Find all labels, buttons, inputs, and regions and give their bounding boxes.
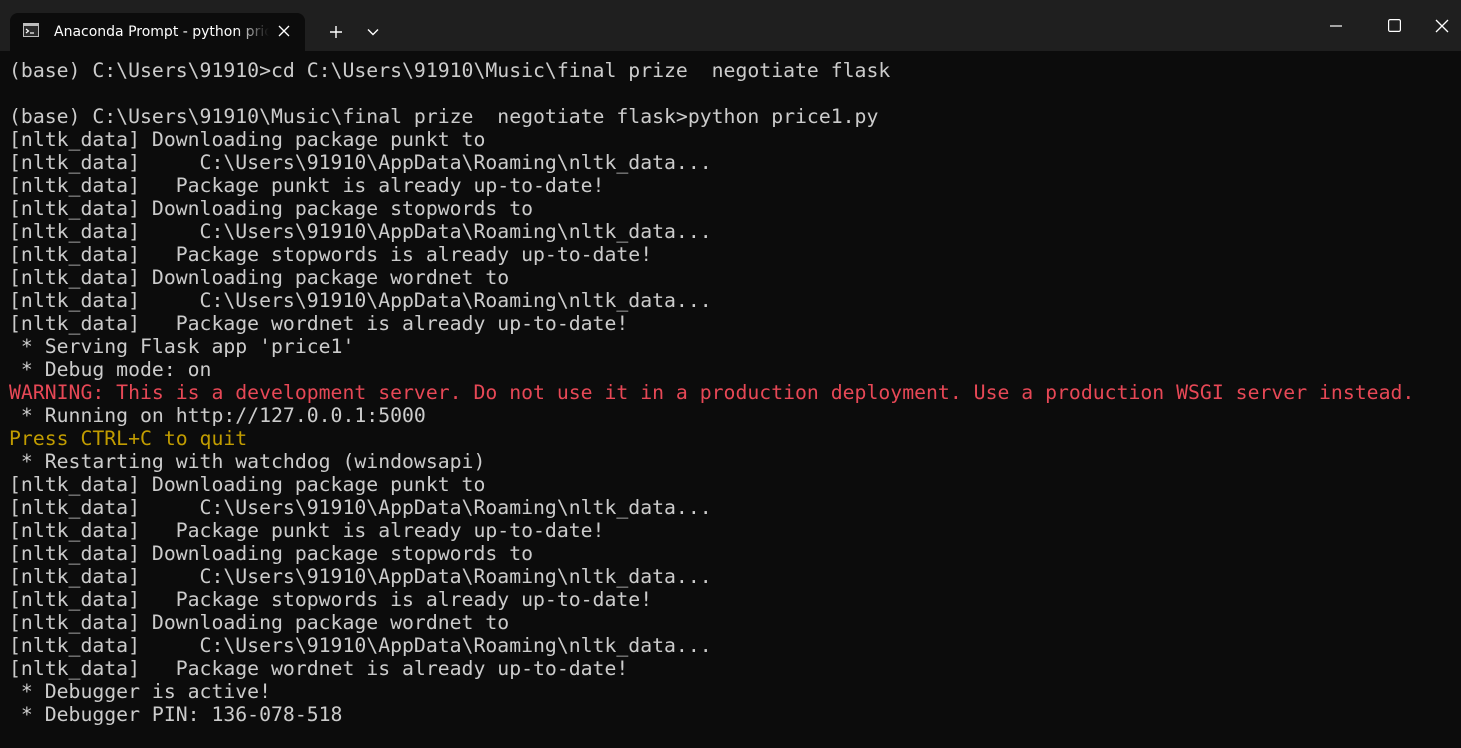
terminal-line: WARNING: This is a development server. D… xyxy=(9,381,1415,404)
terminal-line: [nltk_data] Downloading package stopword… xyxy=(9,542,534,565)
close-icon xyxy=(1435,19,1449,32)
tab-title: Anaconda Prompt - python price1.py xyxy=(54,24,269,40)
terminal-line: * Debugger is active! xyxy=(9,680,272,703)
tab-anaconda-prompt[interactable]: Anaconda Prompt - python price1.py xyxy=(10,13,305,51)
tab-dropdown-button[interactable] xyxy=(358,17,388,47)
maximize-button[interactable] xyxy=(1365,0,1423,51)
title-bar[interactable]: Anaconda Prompt - python price1.py xyxy=(0,0,1461,51)
terminal-output[interactable]: (base) C:\Users\91910>cd C:\Users\91910\… xyxy=(9,59,1457,744)
terminal-line: [nltk_data] C:\Users\91910\AppData\Roami… xyxy=(9,151,712,174)
close-icon xyxy=(278,25,290,37)
terminal-line: [nltk_data] C:\Users\91910\AppData\Roami… xyxy=(9,496,712,519)
terminal-line: * Running on http://127.0.0.1:5000 xyxy=(9,404,426,427)
terminal-line: * Restarting with watchdog (windowsapi) xyxy=(9,450,486,473)
terminal-icon xyxy=(23,23,39,37)
terminal-line: [nltk_data] Package stopwords is already… xyxy=(9,588,653,611)
close-tab-button[interactable] xyxy=(272,19,296,43)
terminal-line: Press CTRL+C to quit xyxy=(9,427,248,450)
terminal-line: [nltk_data] Package punkt is already up-… xyxy=(9,174,605,197)
terminal-line: [nltk_data] Package wordnet is already u… xyxy=(9,312,629,335)
terminal-line: [nltk_data] C:\Users\91910\AppData\Roami… xyxy=(9,634,712,657)
terminal-line: [nltk_data] C:\Users\91910\AppData\Roami… xyxy=(9,289,712,312)
terminal-line: [nltk_data] Downloading package wordnet … xyxy=(9,611,510,634)
terminal-line: * Debugger PIN: 136-078-518 xyxy=(9,703,343,726)
terminal-window: Anaconda Prompt - python price1.py xyxy=(0,0,1461,748)
terminal-line: * Debug mode: on xyxy=(9,358,212,381)
close-window-button[interactable] xyxy=(1423,0,1461,51)
terminal-line: [nltk_data] C:\Users\91910\AppData\Roami… xyxy=(9,220,712,243)
minimize-button[interactable] xyxy=(1307,0,1365,51)
terminal-line: [nltk_data] Package wordnet is already u… xyxy=(9,657,629,680)
plus-icon xyxy=(330,26,342,38)
terminal-line: [nltk_data] Package stopwords is already… xyxy=(9,243,653,266)
chevron-down-icon xyxy=(367,29,379,36)
terminal-line: (base) C:\Users\91910>cd C:\Users\91910\… xyxy=(9,59,891,82)
minimize-icon xyxy=(1330,24,1342,27)
terminal-line: [nltk_data] Downloading package wordnet … xyxy=(9,266,510,289)
terminal-line: [nltk_data] Downloading package stopword… xyxy=(9,197,534,220)
terminal-line: [nltk_data] Downloading package punkt to xyxy=(9,473,486,496)
maximize-icon xyxy=(1387,19,1401,32)
terminal-line: [nltk_data] Downloading package punkt to xyxy=(9,128,486,151)
terminal-line: (base) C:\Users\91910\Music\final prize … xyxy=(9,105,879,128)
terminal-line: [nltk_data] Package punkt is already up-… xyxy=(9,519,605,542)
terminal-line: * Serving Flask app 'price1' xyxy=(9,335,355,358)
terminal-line: [nltk_data] C:\Users\91910\AppData\Roami… xyxy=(9,565,712,588)
new-tab-button[interactable] xyxy=(320,17,352,47)
